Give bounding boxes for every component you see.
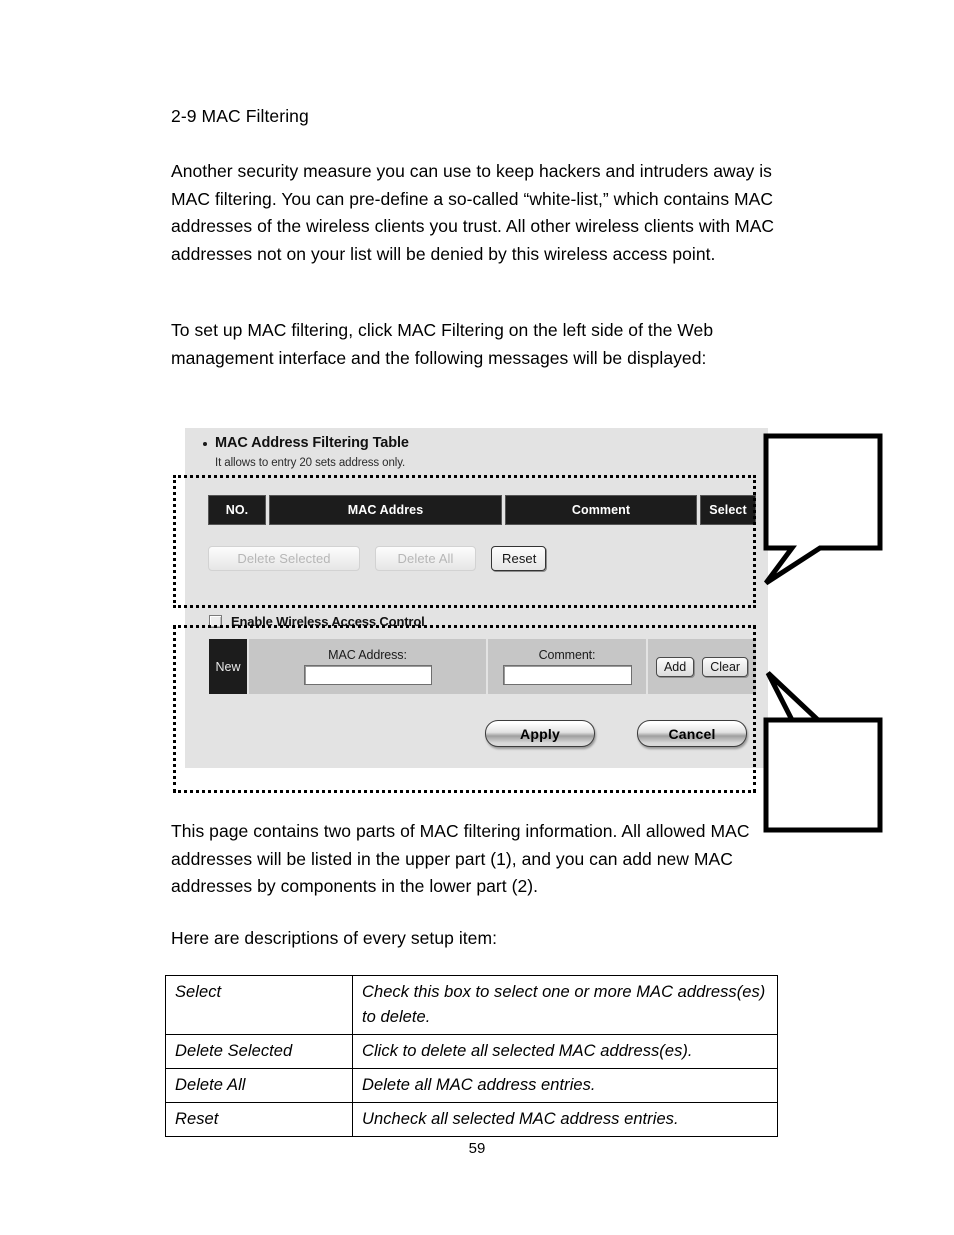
document-page: 2-9 MAC Filtering Another security measu…	[0, 0, 954, 1235]
description-delete-selected: Click to delete all selected MAC address…	[352, 1034, 778, 1069]
table-row: Delete Selected Click to delete all sele…	[165, 1034, 778, 1069]
description-delete-all: Delete all MAC address entries.	[352, 1068, 778, 1103]
section-title: MAC Address Filtering Table	[215, 435, 409, 451]
body-paragraph-4: Here are descriptions of every setup ite…	[171, 928, 497, 948]
body-paragraph-1: Another security measure you can use to …	[171, 161, 775, 264]
page-title: 2-9 MAC Filtering	[171, 106, 309, 126]
section-subtitle: It allows to entry 20 sets address only.	[215, 457, 406, 469]
body-paragraph-2: To set up MAC filtering, click MAC Filte…	[171, 320, 714, 368]
term-reset: Reset	[165, 1102, 353, 1137]
table-row: Reset Uncheck all selected MAC address e…	[165, 1102, 778, 1137]
section-heading-row: MAC Address Filtering Table	[203, 435, 409, 451]
page-number: 59	[468, 1140, 486, 1157]
term-delete-selected: Delete Selected	[165, 1034, 353, 1069]
term-delete-all: Delete All	[165, 1068, 353, 1103]
bullet-icon	[203, 442, 207, 446]
table-row: Select Check this box to select one or m…	[165, 975, 778, 1035]
term-select: Select	[165, 975, 353, 1035]
table-row: Delete All Delete all MAC address entrie…	[165, 1068, 778, 1103]
callout-upper	[763, 433, 883, 586]
body-paragraph-3: This page contains two parts of MAC filt…	[171, 821, 750, 896]
annotation-box-upper-part	[173, 475, 756, 608]
setup-item-description-table: Select Check this box to select one or m…	[165, 975, 778, 1137]
description-select: Check this box to select one or more MAC…	[352, 975, 778, 1035]
callout-lower	[763, 671, 883, 833]
annotation-box-lower-part	[173, 625, 756, 793]
description-reset: Uncheck all selected MAC address entries…	[352, 1102, 778, 1137]
